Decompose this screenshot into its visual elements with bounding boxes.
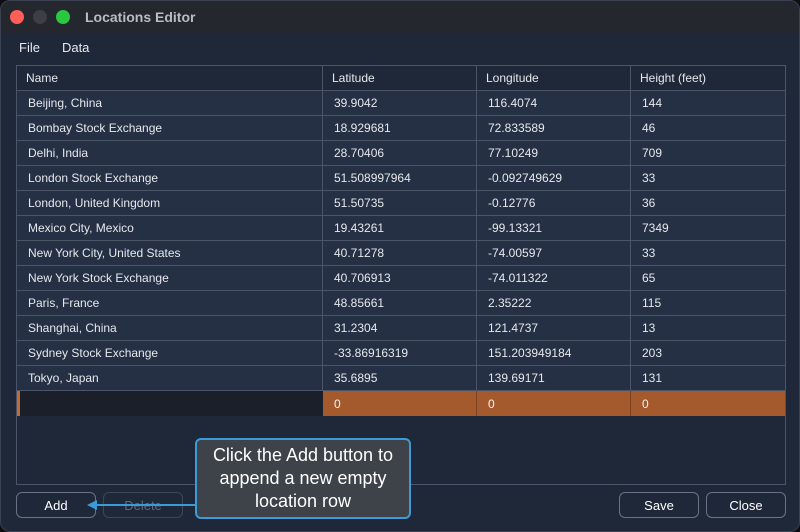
cell-name[interactable]: Mexico City, Mexico [17, 216, 323, 240]
window-maximize-control[interactable] [56, 10, 70, 24]
table-row[interactable]: London Stock Exchange 51.508997964 -0.0927… [17, 166, 785, 191]
new-row-cell-height[interactable]: 0 [631, 391, 785, 416]
table-row[interactable]: Shanghai, China 31.2304 121.4737 13 [17, 316, 785, 341]
window-title: Locations Editor [85, 9, 196, 25]
cell-height[interactable]: 33 [631, 241, 785, 265]
cell-name[interactable]: London Stock Exchange [17, 166, 323, 190]
menu-bar: File Data [1, 33, 799, 61]
cell-longitude[interactable]: -74.00597 [477, 241, 631, 265]
cell-longitude[interactable]: -0.12776 [477, 191, 631, 215]
table-row[interactable]: Sydney Stock Exchange -33.86916319 151.203… [17, 341, 785, 366]
cell-name[interactable]: Sydney Stock Exchange [17, 341, 323, 365]
cell-longitude[interactable]: 139.69171 [477, 366, 631, 390]
cell-longitude[interactable]: 116.4074 [477, 91, 631, 115]
cell-longitude[interactable]: -74.011322 [477, 266, 631, 290]
cell-latitude[interactable]: 51.508997964 [323, 166, 477, 190]
add-button[interactable]: Add [16, 492, 96, 518]
cell-latitude[interactable]: 48.85661 [323, 291, 477, 315]
cell-latitude[interactable]: 40.706913 [323, 266, 477, 290]
new-empty-row[interactable]: 000 [17, 391, 785, 416]
cell-height[interactable]: 65 [631, 266, 785, 290]
cell-height[interactable]: 144 [631, 91, 785, 115]
cell-name[interactable]: New York City, United States [17, 241, 323, 265]
cell-latitude[interactable]: 18.929681 [323, 116, 477, 140]
table-row[interactable]: Bombay Stock Exchange 18.929681 72.833589 4… [17, 116, 785, 141]
column-header-latitude[interactable]: Latitude [323, 66, 477, 90]
table-row[interactable]: Delhi, India 28.70406 77.10249 709 [17, 141, 785, 166]
cell-height[interactable]: 33 [631, 166, 785, 190]
instruction-callout: Click the Add button to append a new emp… [195, 438, 411, 519]
column-header-longitude[interactable]: Longitude [477, 66, 631, 90]
cell-height[interactable]: 203 [631, 341, 785, 365]
cell-latitude[interactable]: 39.9042 [323, 91, 477, 115]
cell-name[interactable]: Bombay Stock Exchange [17, 116, 323, 140]
callout-arrow [87, 500, 197, 510]
table-row[interactable]: New York City, United States 40.71278 -74.… [17, 241, 785, 266]
close-button[interactable]: Close [706, 492, 786, 518]
cell-latitude[interactable]: 28.70406 [323, 141, 477, 165]
cell-height[interactable]: 7349 [631, 216, 785, 240]
locations-editor-window: Locations Editor File Data Name Latitude… [0, 0, 800, 532]
column-header-name[interactable]: Name [17, 66, 323, 90]
cell-longitude[interactable]: 151.203949184 [477, 341, 631, 365]
table-row[interactable]: Mexico City, Mexico 19.43261 -99.13321 7349 [17, 216, 785, 241]
cell-longitude[interactable]: -99.13321 [477, 216, 631, 240]
table-row[interactable]: Paris, France 48.85661 2.35222 115 [17, 291, 785, 316]
column-header-height[interactable]: Height (feet) [631, 66, 785, 90]
new-row-cell-latitude[interactable]: 0 [323, 391, 477, 416]
cell-name[interactable]: Shanghai, China [17, 316, 323, 340]
table-row[interactable]: New York Stock Exchange 40.706913 -74.0113… [17, 266, 785, 291]
locations-table: Name Latitude Longitude Height (feet) Be… [16, 65, 786, 485]
menu-data[interactable]: Data [62, 40, 89, 55]
cell-latitude[interactable]: 51.50735 [323, 191, 477, 215]
save-button[interactable]: Save [619, 492, 699, 518]
cell-name[interactable]: Beijing, China [17, 91, 323, 115]
cell-latitude[interactable]: 31.2304 [323, 316, 477, 340]
cell-name[interactable]: New York Stock Exchange [17, 266, 323, 290]
table-body: Beijing, China 39.9042 116.4074 144 Bombay S… [17, 91, 785, 416]
cell-height[interactable]: 46 [631, 116, 785, 140]
table-row[interactable]: Tokyo, Japan 35.6895 139.69171 131 [17, 366, 785, 391]
cell-longitude[interactable]: 121.4737 [477, 316, 631, 340]
cell-longitude[interactable]: 2.35222 [477, 291, 631, 315]
title-bar: Locations Editor [1, 1, 799, 33]
cell-latitude[interactable]: 40.71278 [323, 241, 477, 265]
cell-name[interactable]: Tokyo, Japan [17, 366, 323, 390]
table-row[interactable]: London, United Kingdom 51.50735 -0.12776 36 [17, 191, 785, 216]
cell-longitude[interactable]: 72.833589 [477, 116, 631, 140]
cell-name[interactable]: London, United Kingdom [17, 191, 323, 215]
table-row[interactable]: Beijing, China 39.9042 116.4074 144 [17, 91, 785, 116]
cell-name[interactable]: Paris, France [17, 291, 323, 315]
new-row-cell-longitude[interactable]: 0 [477, 391, 631, 416]
menu-file[interactable]: File [19, 40, 40, 55]
cell-height[interactable]: 115 [631, 291, 785, 315]
cell-latitude[interactable]: 35.6895 [323, 366, 477, 390]
cell-longitude[interactable]: -0.092749629 [477, 166, 631, 190]
cell-longitude[interactable]: 77.10249 [477, 141, 631, 165]
cell-name[interactable]: Delhi, India [17, 141, 323, 165]
cell-height[interactable]: 13 [631, 316, 785, 340]
new-row-cell-name[interactable] [20, 391, 323, 416]
cell-latitude[interactable]: -33.86916319 [323, 341, 477, 365]
cell-height[interactable]: 131 [631, 366, 785, 390]
window-close-control[interactable] [10, 10, 24, 24]
window-minimize-control[interactable] [33, 10, 47, 24]
cell-height[interactable]: 36 [631, 191, 785, 215]
cell-latitude[interactable]: 19.43261 [323, 216, 477, 240]
cell-height[interactable]: 709 [631, 141, 785, 165]
table-header: Name Latitude Longitude Height (feet) [17, 66, 785, 91]
